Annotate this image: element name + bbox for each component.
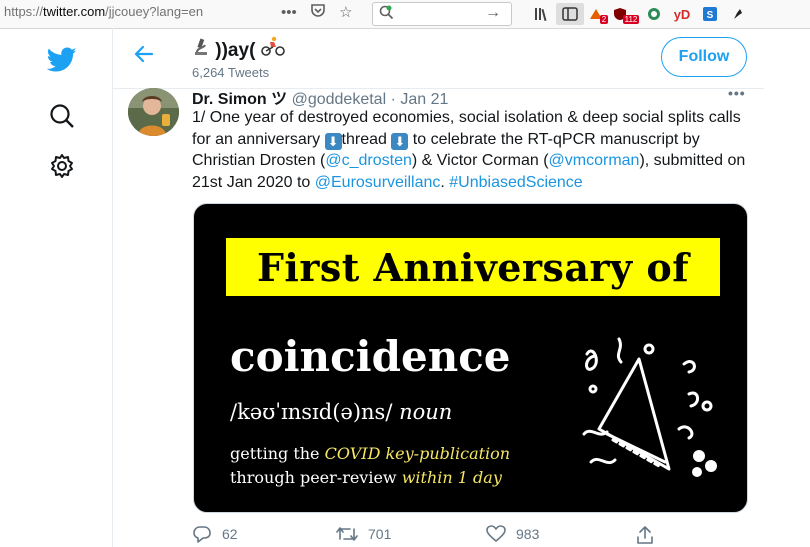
library-icon[interactable]: [528, 3, 556, 25]
bookmark-star-icon[interactable]: ☆: [339, 4, 352, 21]
ublock-icon[interactable]: 112: [612, 3, 640, 25]
author-avatar[interactable]: [128, 88, 179, 136]
url-actions: ••• ☆: [281, 3, 363, 21]
privacy-badger-icon[interactable]: [640, 3, 668, 25]
tweet-text-part: thread: [341, 130, 392, 148]
definition-part: through peer-review: [230, 468, 402, 487]
retweet-count: 701: [368, 526, 392, 542]
page-actions-icon[interactable]: •••: [281, 4, 297, 21]
reader-view-icon[interactable]: [556, 3, 584, 25]
pocket-icon[interactable]: [311, 4, 329, 21]
definition-part: getting the: [230, 444, 325, 463]
tweet[interactable]: Dr. Simon ツ @goddeketal · Jan 21 ••• 1/ …: [112, 85, 764, 547]
separator-dot: ·: [390, 91, 396, 108]
mention-link[interactable]: @Eurosurveillanc: [315, 174, 441, 191]
down-arrow-emoji-icon: ⬇: [324, 132, 342, 150]
url-host: twitter.com: [43, 4, 106, 19]
like-count: 983: [516, 526, 540, 542]
profile-header: ))ay( 6,264 Tweets Follow: [112, 28, 764, 89]
phonetic-text: /kəʊˈɪnsɪd(ə)ns/: [230, 400, 393, 424]
extension-badge: 2: [599, 14, 609, 24]
image-definition: getting the COVID key-publication throug…: [230, 442, 510, 490]
mention-link[interactable]: @c_drosten: [325, 152, 412, 169]
banner-text: First Anniversary of: [256, 244, 690, 290]
follow-button[interactable]: Follow: [661, 37, 747, 77]
image-phonetic: /kəʊˈɪnsɪd(ə)ns/ noun: [230, 400, 452, 424]
part-of-speech: noun: [399, 400, 453, 424]
author-name[interactable]: Dr. Simon ツ: [192, 91, 287, 108]
search-engine-icon: [379, 5, 394, 23]
yd-extension-icon[interactable]: yD: [668, 3, 696, 25]
down-arrow-emoji-icon: ⬇: [391, 132, 409, 150]
reply-count: 62: [222, 526, 238, 542]
left-navigation: [0, 28, 113, 547]
ublock-badge: 112: [622, 14, 640, 24]
author-handle[interactable]: @goddeketal: [292, 91, 387, 108]
retweet-icon: [336, 527, 358, 541]
search-box[interactable]: →: [372, 2, 512, 26]
heart-icon: [486, 525, 506, 542]
url-bar[interactable]: https://twitter.com/jjcouey?lang=en: [4, 4, 203, 19]
image-banner: First Anniversary of: [226, 238, 720, 296]
microscope-emoji-icon: [192, 38, 215, 61]
definition-highlight: COVID key-publication: [324, 444, 511, 463]
twitter-logo-icon[interactable]: [44, 42, 80, 78]
hashtag-link[interactable]: #UnbiasedScience: [449, 174, 582, 191]
image-word: coincidence: [230, 332, 511, 381]
party-hat-icon: [582, 337, 717, 477]
like-action[interactable]: 983: [486, 525, 539, 543]
mention-link[interactable]: @vmcorman: [549, 152, 640, 169]
settings-gear-icon[interactable]: [44, 148, 80, 184]
cyclist-emoji-icon: [260, 36, 285, 61]
s-extension-icon[interactable]: S: [696, 3, 724, 25]
extension-fox-icon[interactable]: 2: [584, 3, 612, 25]
tweet-text: 1/ One year of destroyed economies, soci…: [192, 107, 752, 193]
share-icon: [637, 526, 653, 544]
definition-highlight: within 1 day: [401, 468, 502, 487]
reply-icon: [193, 526, 211, 543]
search-icon[interactable]: [44, 98, 80, 134]
tweet-actions: 62 701 983: [192, 525, 752, 547]
retweet-action[interactable]: 701: [336, 525, 391, 543]
bird-extension-icon[interactable]: [724, 3, 752, 25]
tweet-image[interactable]: First Anniversary of coincidence /kəʊˈɪn…: [193, 203, 748, 513]
tweet-count: 6,264 Tweets: [192, 65, 270, 80]
back-arrow-icon[interactable]: [134, 44, 154, 70]
reply-action[interactable]: 62: [192, 525, 238, 543]
tweet-text-part: .: [440, 173, 450, 191]
svg-text:S: S: [707, 10, 714, 21]
url-protocol: https://: [4, 4, 44, 19]
tweet-header: Dr. Simon ツ @goddeketal · Jan 21: [192, 85, 448, 109]
browser-toolbar: https://twitter.com/jjcouey?lang=en ••• …: [0, 0, 810, 29]
account-name: ))ay(: [192, 36, 285, 62]
tweet-text-part: ) & Victor Corman (: [411, 152, 549, 169]
tweet-date[interactable]: Jan 21: [400, 91, 448, 108]
account-display-name: ))ay(: [215, 40, 256, 61]
share-action[interactable]: [635, 525, 655, 545]
more-options-icon[interactable]: •••: [728, 85, 746, 101]
go-arrow-icon[interactable]: →: [485, 4, 501, 22]
url-path: /jjcouey?lang=en: [105, 4, 204, 19]
toolbar-icons: 2 112 yD S: [528, 3, 752, 25]
